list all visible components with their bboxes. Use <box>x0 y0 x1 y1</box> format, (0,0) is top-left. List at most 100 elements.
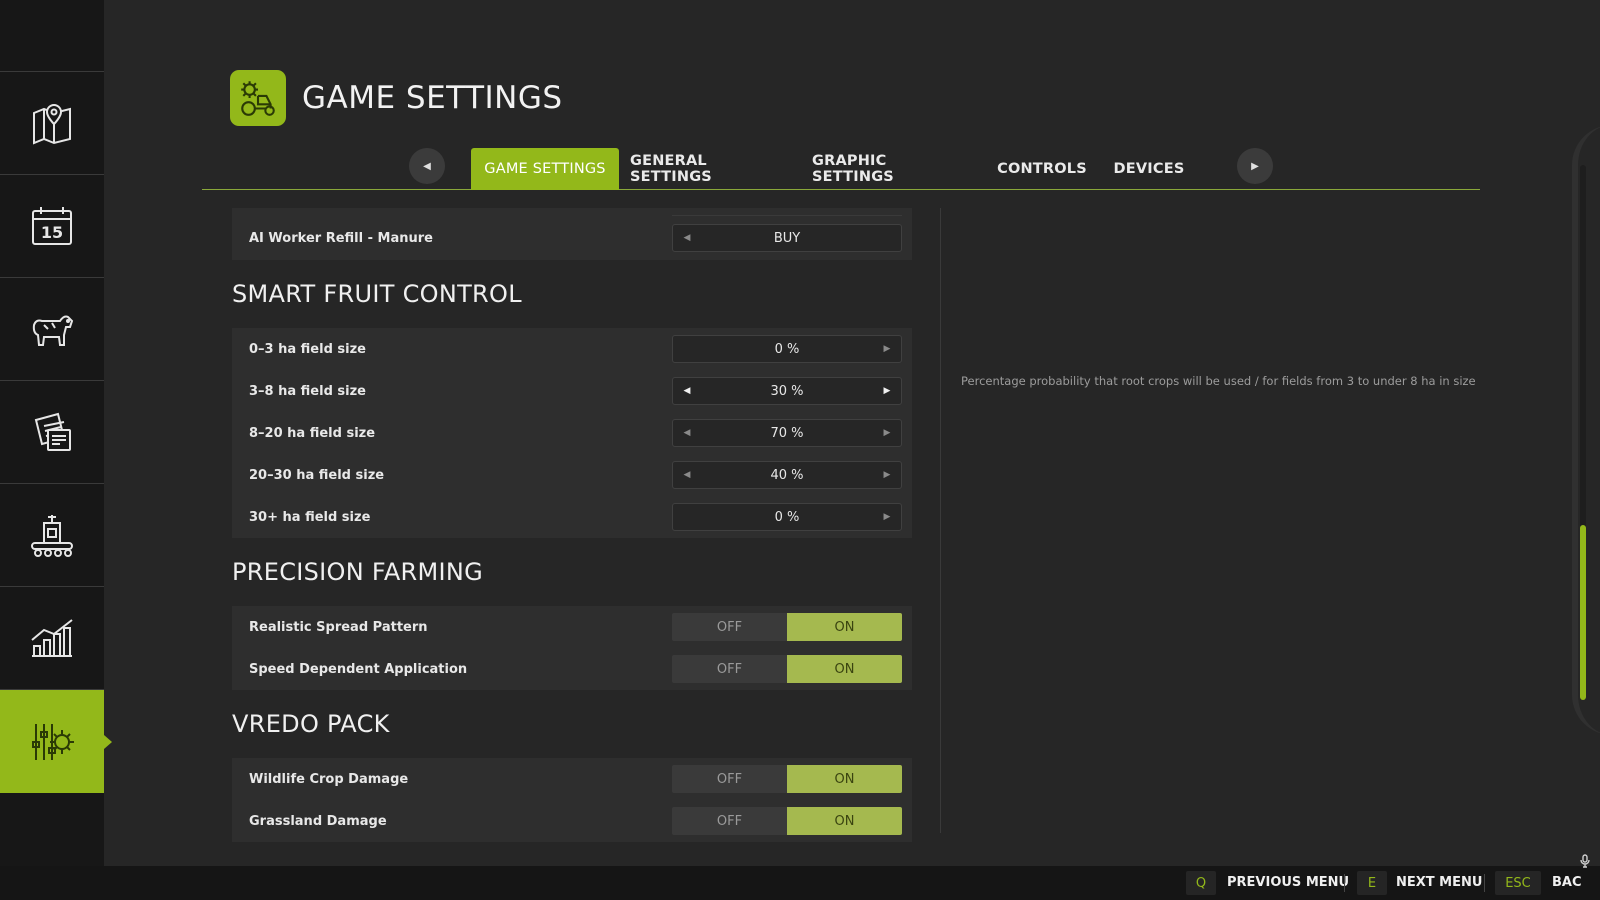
setting-row-20-30-ha: 20–30 ha field size ◀ 40 % ▶ <box>232 454 912 496</box>
footer-bar: Q PREVIOUS MENU E NEXT MENU ESC BAC <box>0 866 1600 900</box>
cow-icon <box>32 315 74 346</box>
section-title-precision-farming: PRECISION FARMING <box>232 558 484 586</box>
production-icon <box>31 515 73 557</box>
footer-divider <box>1344 874 1345 892</box>
section-title-smart-fruit-control: SMART FRUIT CONTROL <box>232 280 522 308</box>
setting-description: Percentage probability that root crops w… <box>961 374 1476 388</box>
setting-label: 20–30 ha field size <box>249 467 385 483</box>
setting-row-wildlife-crop-damage: Wildlife Crop Damage OFF ON <box>232 758 912 800</box>
tab-bar: ◀ GAME SETTINGS GENERAL SETTINGS GRAPHIC… <box>202 148 1480 190</box>
setting-row-realistic-spread-pattern: Realistic Spread Pattern OFF ON <box>232 606 912 648</box>
sidebar-item-statistics[interactable] <box>0 587 104 690</box>
selector-value: BUY <box>773 230 801 246</box>
arrow-right-icon[interactable]: ▶ <box>881 344 893 354</box>
speed-dependent-application-toggle: OFF ON <box>672 655 902 683</box>
setting-row-0-3-ha: 0–3 ha field size 0 % ▶ <box>232 328 912 370</box>
arrow-right-icon[interactable]: ▶ <box>881 386 893 396</box>
prev-menu-key[interactable]: Q <box>1186 871 1216 895</box>
active-indicator-arrow <box>104 734 112 749</box>
selector-value: 30 % <box>770 383 804 399</box>
calendar-icon: 15 <box>32 207 72 245</box>
statistics-icon <box>31 619 73 657</box>
grassland-damage-toggle: OFF ON <box>672 807 902 835</box>
scrollbar-thumb[interactable] <box>1580 525 1586 700</box>
previous-control-edge <box>672 208 902 216</box>
next-menu-key[interactable]: E <box>1357 871 1387 895</box>
scrollbar-frame <box>1572 125 1600 735</box>
toggle-off-button[interactable]: OFF <box>672 613 787 641</box>
setting-label: Wildlife Crop Damage <box>249 771 409 787</box>
arrow-right-icon[interactable]: ▶ <box>881 470 893 480</box>
setting-label: 0–3 ha field size <box>249 341 366 357</box>
setting-label: Realistic Spread Pattern <box>249 619 428 635</box>
sidebar-item-contracts[interactable] <box>0 381 104 484</box>
settings-sliders-icon <box>32 723 74 760</box>
arrow-left-icon[interactable]: ◀ <box>681 428 693 438</box>
footer-divider <box>1484 874 1485 892</box>
toggle-off-button[interactable]: OFF <box>672 807 787 835</box>
realistic-spread-pattern-toggle: OFF ON <box>672 613 902 641</box>
toggle-on-button[interactable]: ON <box>787 765 902 793</box>
toggle-off-button[interactable]: OFF <box>672 765 787 793</box>
ai-worker-refill-manure-selector[interactable]: ◀ BUY <box>672 224 902 252</box>
sidebar-item-animals[interactable] <box>0 278 104 381</box>
back-key[interactable]: ESC <box>1495 871 1541 895</box>
arrow-left-icon[interactable]: ◀ <box>681 470 693 480</box>
tractor-gear-icon <box>230 70 286 126</box>
setting-row-3-8-ha: 3–8 ha field size ◀ 30 % ▶ <box>232 370 912 412</box>
microphone-icon <box>1580 854 1590 868</box>
arrow-left-icon[interactable]: ◀ <box>681 233 693 243</box>
setting-row-8-20-ha: 8–20 ha field size ◀ 70 % ▶ <box>232 412 912 454</box>
tab-controls[interactable]: CONTROLS <box>990 148 1094 190</box>
setting-row-ai-worker-refill-manure: AI Worker Refill - Manure ◀ BUY <box>232 216 912 260</box>
toggle-on-button[interactable]: ON <box>787 613 902 641</box>
tab-graphic-settings[interactable]: GRAPHIC SETTINGS <box>812 148 972 190</box>
settings-group-smart-fruit: 0–3 ha field size 0 % ▶ 3–8 ha field siz… <box>232 328 912 538</box>
tab-general-settings[interactable]: GENERAL SETTINGS <box>630 148 790 190</box>
chevron-left-icon: ◀ <box>423 160 431 172</box>
sidebar-item-calendar[interactable]: 15 <box>0 175 104 278</box>
setting-label: Speed Dependent Application <box>249 661 468 677</box>
setting-label: 30+ ha field size <box>249 509 371 525</box>
page-title: GAME SETTINGS <box>302 80 563 116</box>
toggle-on-button[interactable]: ON <box>787 655 902 683</box>
sidebar: 15 <box>0 0 112 866</box>
selector-value: 40 % <box>770 467 804 483</box>
settings-group-ai-worker: AI Worker Refill - Manure ◀ BUY <box>232 208 912 260</box>
tab-game-settings[interactable]: GAME SETTINGS <box>471 148 619 190</box>
field-size-8-20-selector[interactable]: ◀ 70 % ▶ <box>672 419 902 447</box>
sidebar-top <box>0 0 104 72</box>
next-menu-label[interactable]: NEXT MENU <box>1396 875 1482 890</box>
selector-value: 70 % <box>770 425 804 441</box>
panel-divider <box>940 208 941 833</box>
calendar-day-label: 15 <box>41 223 63 242</box>
arrow-right-icon[interactable]: ▶ <box>881 428 893 438</box>
arrow-left-icon[interactable]: ◀ <box>681 386 693 396</box>
setting-label: Grassland Damage <box>249 813 387 829</box>
field-size-30-plus-selector[interactable]: 0 % ▶ <box>672 503 902 531</box>
field-size-20-30-selector[interactable]: ◀ 40 % ▶ <box>672 461 902 489</box>
section-title-vredo-pack: VREDO PACK <box>232 710 390 738</box>
toggle-on-button[interactable]: ON <box>787 807 902 835</box>
wildlife-crop-damage-toggle: OFF ON <box>672 765 902 793</box>
setting-row-grassland-damage: Grassland Damage OFF ON <box>232 800 912 842</box>
sidebar-item-settings[interactable] <box>0 690 112 793</box>
prev-menu-label[interactable]: PREVIOUS MENU <box>1227 875 1349 890</box>
tab-devices[interactable]: DEVICES <box>1104 148 1194 190</box>
field-size-0-3-selector[interactable]: 0 % ▶ <box>672 335 902 363</box>
setting-row-30-plus-ha: 30+ ha field size 0 % ▶ <box>232 496 912 538</box>
arrow-right-icon[interactable]: ▶ <box>881 512 893 522</box>
tab-next-button[interactable]: ▶ <box>1237 148 1273 184</box>
setting-row-speed-dependent-application: Speed Dependent Application OFF ON <box>232 648 912 690</box>
sidebar-item-production[interactable] <box>0 484 104 587</box>
settings-group-vredo-pack: Wildlife Crop Damage OFF ON Grassland Da… <box>232 758 912 842</box>
tab-prev-button[interactable]: ◀ <box>409 148 445 184</box>
settings-group-precision-farming: Realistic Spread Pattern OFF ON Speed De… <box>232 606 912 690</box>
back-label[interactable]: BAC <box>1552 875 1582 890</box>
selector-value: 0 % <box>774 341 800 357</box>
field-size-3-8-selector[interactable]: ◀ 30 % ▶ <box>672 377 902 405</box>
page-header: GAME SETTINGS <box>230 70 563 126</box>
setting-label: 3–8 ha field size <box>249 383 366 399</box>
toggle-off-button[interactable]: OFF <box>672 655 787 683</box>
sidebar-item-map[interactable] <box>0 72 104 175</box>
